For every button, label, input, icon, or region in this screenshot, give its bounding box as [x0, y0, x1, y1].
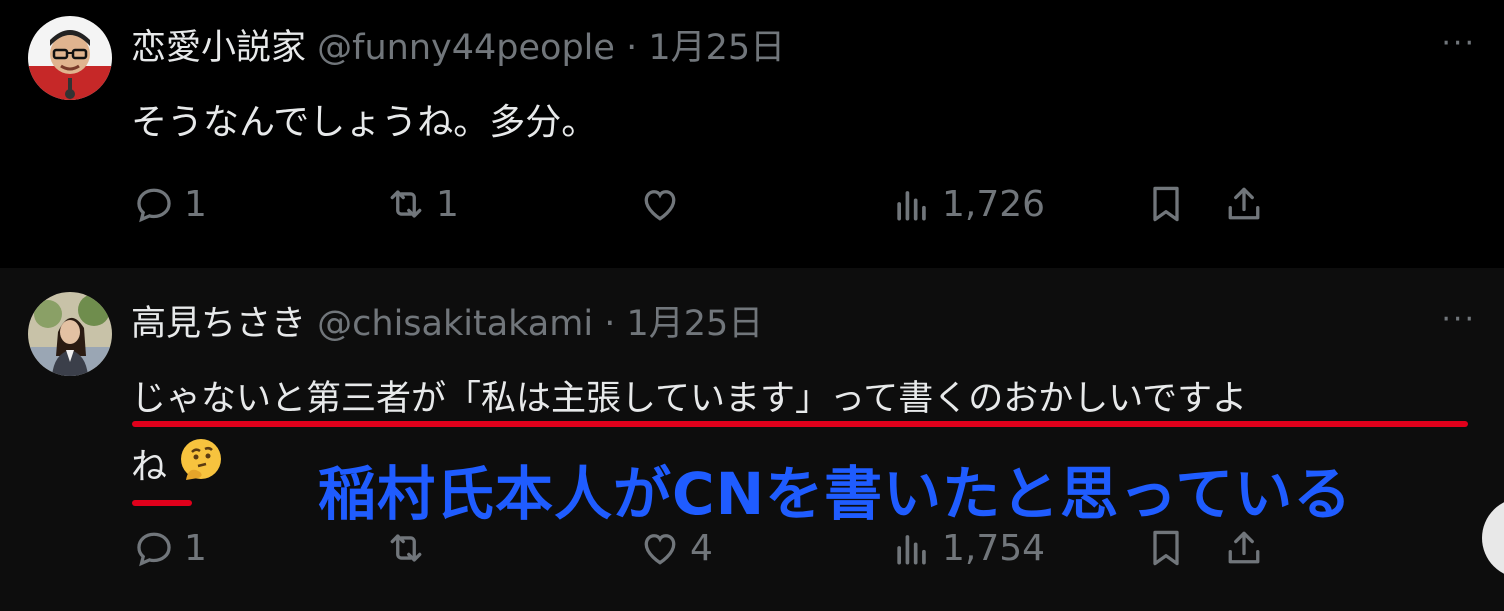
tweet-header: 恋愛小説家 @funny44people · 1月25日 — [131, 26, 785, 70]
tweet[interactable]: 高見ちさき @chisakitakami · 1月25日 ··· じゃないと第三… — [0, 268, 1504, 611]
tweet[interactable]: 恋愛小説家 @funny44people · 1月25日 ··· そうなんでしょ… — [0, 0, 1504, 268]
timestamp[interactable]: 1月25日 — [627, 304, 764, 344]
separator: · — [626, 28, 638, 68]
share-icon — [1228, 187, 1260, 220]
thinking-face-emoji — [178, 436, 224, 501]
annotation-text: 稲村氏本人がCNを書いたと思っている — [318, 460, 1353, 528]
share-button[interactable] — [1222, 182, 1266, 226]
share-button[interactable] — [1222, 526, 1266, 570]
views-icon — [897, 191, 926, 221]
handle[interactable]: @chisakitakami — [317, 304, 593, 344]
like-button[interactable] — [638, 182, 690, 226]
bookmark-icon — [1153, 186, 1179, 222]
reply-icon — [137, 532, 171, 567]
avatar[interactable] — [28, 16, 112, 100]
like-icon — [644, 534, 676, 565]
bookmark-button[interactable] — [1144, 182, 1188, 226]
retweet-icon — [390, 534, 422, 562]
timestamp[interactable]: 1月25日 — [648, 28, 785, 68]
reply-button[interactable]: 1 — [132, 182, 207, 226]
share-icon — [1228, 531, 1260, 564]
more-icon[interactable]: ··· — [1441, 302, 1476, 337]
reply-icon — [137, 188, 171, 223]
views-button[interactable]: 1,726 — [890, 182, 1045, 226]
like-icon — [644, 190, 676, 221]
separator: · — [604, 304, 616, 344]
views-button[interactable]: 1,754 — [890, 526, 1045, 570]
views-count: 1,754 — [942, 527, 1046, 569]
retweet-button[interactable] — [384, 526, 436, 570]
like-count: 4 — [690, 527, 713, 569]
tweet-text: そうなんでしょうね。多分。 — [131, 102, 598, 143]
bookmark-button[interactable] — [1144, 526, 1188, 570]
reply-count: 1 — [184, 183, 207, 225]
retweet-icon — [390, 190, 422, 218]
reply-count: 1 — [184, 527, 207, 569]
action-bar: 1 1 1,726 — [0, 182, 1504, 242]
display-name[interactable]: 高見ちさき — [131, 304, 306, 344]
display-name[interactable]: 恋愛小説家 — [131, 28, 306, 68]
views-count: 1,726 — [942, 183, 1046, 225]
tweet-text-line2: ね — [131, 436, 224, 501]
retweet-button[interactable]: 1 — [384, 182, 459, 226]
tweet-header: 高見ちさき @chisakitakami · 1月25日 — [131, 302, 763, 346]
red-underline — [132, 500, 192, 506]
more-icon[interactable]: ··· — [1441, 26, 1476, 61]
red-underline — [132, 421, 1468, 427]
action-bar: 1 4 1,754 — [0, 526, 1504, 586]
retweet-count: 1 — [436, 183, 459, 225]
reply-button[interactable]: 1 — [132, 526, 207, 570]
tweet-text-end: ね — [131, 446, 168, 488]
tweet-text-line1: じゃないと第三者が「私は主張しています」って書くのおかしいですよ — [131, 379, 1248, 419]
avatar[interactable] — [28, 292, 112, 376]
like-button[interactable]: 4 — [638, 526, 713, 570]
bookmark-icon — [1153, 530, 1179, 566]
handle[interactable]: @funny44people — [317, 28, 615, 68]
views-icon — [897, 535, 926, 565]
